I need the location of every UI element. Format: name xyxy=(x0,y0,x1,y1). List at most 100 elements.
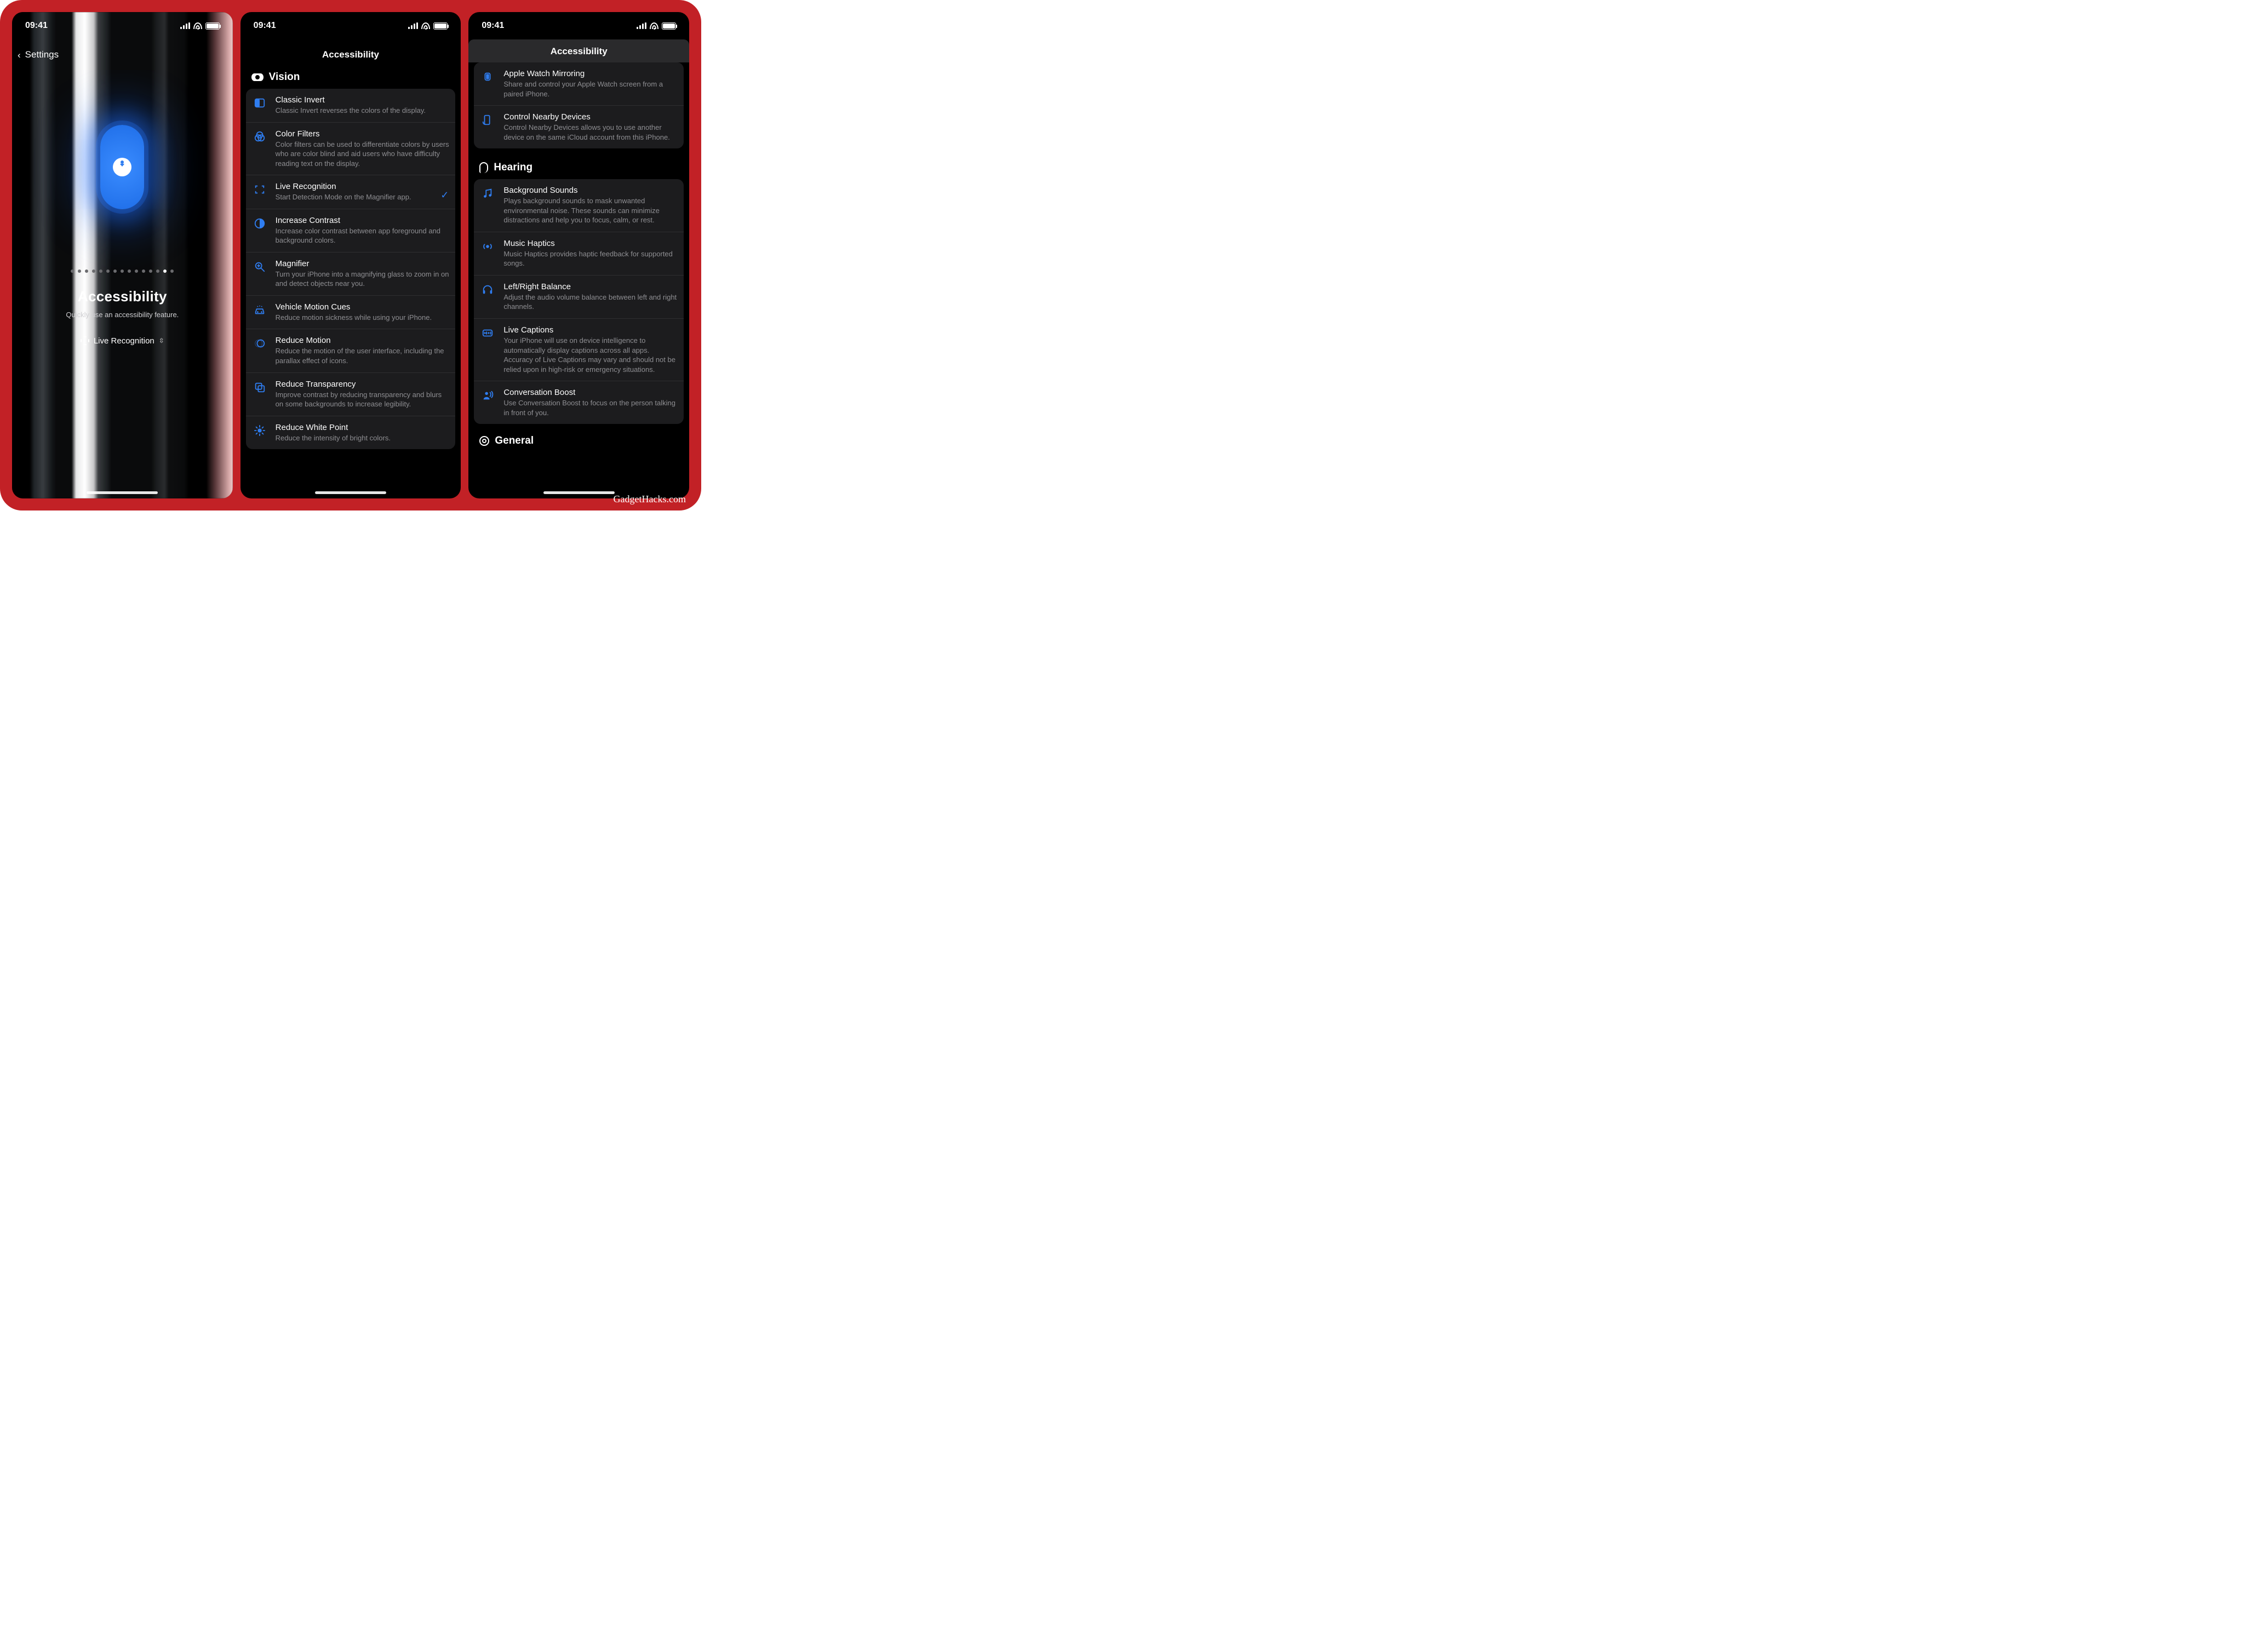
row-subtitle: Turn your iPhone into a magnifying glass… xyxy=(276,269,450,289)
sun-icon xyxy=(251,423,268,443)
page-dot[interactable] xyxy=(142,269,145,273)
row-subtitle: Reduce motion sickness while using your … xyxy=(276,313,450,323)
hearing-row-live-captions[interactable]: Live CaptionsYour iPhone will use on dev… xyxy=(474,318,684,381)
wifi-icon xyxy=(193,22,202,29)
hearing-row-music-haptics[interactable]: Music HapticsMusic Haptics provides hapt… xyxy=(474,232,684,275)
battery-icon xyxy=(662,22,676,30)
home-indicator[interactable] xyxy=(315,491,386,494)
physical-row-control-nearby-devices[interactable]: Control Nearby DevicesControl Nearby Dev… xyxy=(474,105,684,148)
live-recognition-icon xyxy=(81,336,89,345)
status-time: 09:41 xyxy=(482,21,504,31)
cellular-icon xyxy=(408,22,418,29)
page-dot[interactable] xyxy=(99,269,102,273)
section-header-vision: Vision xyxy=(246,68,456,89)
row-title: Reduce Motion xyxy=(276,336,450,345)
row-title: Control Nearby Devices xyxy=(503,112,678,122)
page-dot[interactable] xyxy=(78,269,81,273)
row-title: Live Recognition xyxy=(276,182,433,191)
page-dot[interactable] xyxy=(156,269,159,273)
row-subtitle: Your iPhone will use on device intellige… xyxy=(503,336,678,374)
page-dot[interactable] xyxy=(85,269,88,273)
watermark: GadgetHacks.com xyxy=(614,494,686,505)
page-dot[interactable] xyxy=(135,269,138,273)
row-title: Color Filters xyxy=(276,129,450,139)
row-title: Vehicle Motion Cues xyxy=(276,302,450,312)
row-title: Reduce White Point xyxy=(276,423,450,432)
row-subtitle: Plays background sounds to mask unwanted… xyxy=(503,196,678,225)
status-bar: 09:41 xyxy=(12,12,233,39)
scroll-area[interactable]: Vision Classic InvertClassic Invert reve… xyxy=(240,68,461,498)
status-bar: 09:41 xyxy=(240,12,461,39)
wifi-icon xyxy=(650,22,658,29)
scroll-area[interactable]: Apple Watch MirroringShare and control y… xyxy=(468,62,689,498)
half-circle-icon xyxy=(251,95,268,116)
watch-icon xyxy=(479,69,496,99)
page-dot[interactable] xyxy=(121,269,124,273)
vision-row-live-recognition[interactable]: Live RecognitionStart Detection Mode on … xyxy=(246,175,456,209)
venn-icon xyxy=(251,129,268,169)
row-title: Conversation Boost xyxy=(503,388,678,397)
cellular-icon xyxy=(180,22,190,29)
screen-action-button: 09:41 ‹ Settings Accessibility Quickly u… xyxy=(12,12,233,498)
car-icon xyxy=(251,302,268,323)
vision-row-magnifier[interactable]: MagnifierTurn your iPhone into a magnify… xyxy=(246,252,456,295)
home-indicator[interactable] xyxy=(87,491,158,494)
row-title: Music Haptics xyxy=(503,239,678,248)
checkmark-icon: ✓ xyxy=(440,182,450,202)
page-dot[interactable] xyxy=(106,269,110,273)
hearing-row-conversation-boost[interactable]: Conversation BoostUse Conversation Boost… xyxy=(474,381,684,424)
ear-icon xyxy=(479,162,488,173)
screen-accessibility-vision: 09:41 Accessibility Vision Classic Inver… xyxy=(240,12,461,498)
page-dot[interactable] xyxy=(163,269,167,273)
row-subtitle: Color filters can be used to differentia… xyxy=(276,140,450,169)
hearing-row-left-right-balance[interactable]: Left/Right BalanceAdjust the audio volum… xyxy=(474,275,684,318)
cellular-icon xyxy=(637,22,646,29)
headphones-icon xyxy=(479,282,496,312)
page-dot[interactable] xyxy=(92,269,95,273)
brackets-icon xyxy=(251,182,268,202)
frame: 09:41 ‹ Settings Accessibility Quickly u… xyxy=(0,0,701,510)
page-dots[interactable] xyxy=(71,269,174,273)
chevron-left-icon: ‹ xyxy=(18,50,21,60)
contrast-icon xyxy=(251,216,268,245)
person-wave-icon xyxy=(479,388,496,417)
hearing-row-background-sounds[interactable]: Background SoundsPlays background sounds… xyxy=(474,179,684,232)
vision-row-vehicle-motion-cues[interactable]: Vehicle Motion CuesReduce motion sicknes… xyxy=(246,295,456,329)
row-title: Reduce Transparency xyxy=(276,380,450,389)
page-dot[interactable] xyxy=(128,269,131,273)
captions-icon xyxy=(479,325,496,374)
physical-row-apple-watch-mirroring[interactable]: Apple Watch MirroringShare and control y… xyxy=(474,62,684,105)
back-button[interactable]: ‹ Settings xyxy=(12,39,233,65)
status-bar: 09:41 xyxy=(468,12,689,39)
accessibility-circle-icon xyxy=(479,436,489,446)
vision-row-classic-invert[interactable]: Classic InvertClassic Invert reverses th… xyxy=(246,89,456,122)
home-indicator[interactable] xyxy=(543,491,615,494)
vision-row-color-filters[interactable]: Color FiltersColor filters can be used t… xyxy=(246,122,456,175)
page-dot[interactable] xyxy=(71,269,74,273)
vision-row-reduce-white-point[interactable]: Reduce White PointReduce the intensity o… xyxy=(246,416,456,450)
feature-chooser[interactable]: Live Recognition ⇳ xyxy=(81,336,164,346)
physical-list-tail: Apple Watch MirroringShare and control y… xyxy=(474,62,684,148)
row-subtitle: Start Detection Mode on the Magnifier ap… xyxy=(276,192,433,202)
vision-row-increase-contrast[interactable]: Increase ContrastIncrease color contrast… xyxy=(246,209,456,252)
row-subtitle: Music Haptics provides haptic feedback f… xyxy=(503,249,678,268)
vision-row-reduce-transparency[interactable]: Reduce TransparencyImprove contrast by r… xyxy=(246,372,456,416)
row-title: Left/Right Balance xyxy=(503,282,678,291)
page-dot[interactable] xyxy=(149,269,152,273)
action-button-graphic xyxy=(100,125,144,209)
row-subtitle: Adjust the audio volume balance between … xyxy=(503,292,678,312)
screen-accessibility-hearing: 09:41 Accessibility Apple Watch Mirrorin… xyxy=(468,12,689,498)
row-subtitle: Increase color contrast between app fore… xyxy=(276,226,450,245)
back-label: Settings xyxy=(25,49,59,60)
row-subtitle: Share and control your Apple Watch scree… xyxy=(503,79,678,99)
row-subtitle: Control Nearby Devices allows you to use… xyxy=(503,123,678,142)
nav-title: Accessibility xyxy=(240,39,461,68)
nav-title: Accessibility xyxy=(468,39,689,62)
page-dot[interactable] xyxy=(170,269,174,273)
vision-row-reduce-motion[interactable]: Reduce MotionReduce the motion of the us… xyxy=(246,329,456,372)
row-subtitle: Use Conversation Boost to focus on the p… xyxy=(503,398,678,417)
battery-icon xyxy=(205,22,220,30)
chooser-label: Live Recognition xyxy=(94,336,154,346)
page-dot[interactable] xyxy=(113,269,117,273)
motion-icon xyxy=(251,336,268,365)
